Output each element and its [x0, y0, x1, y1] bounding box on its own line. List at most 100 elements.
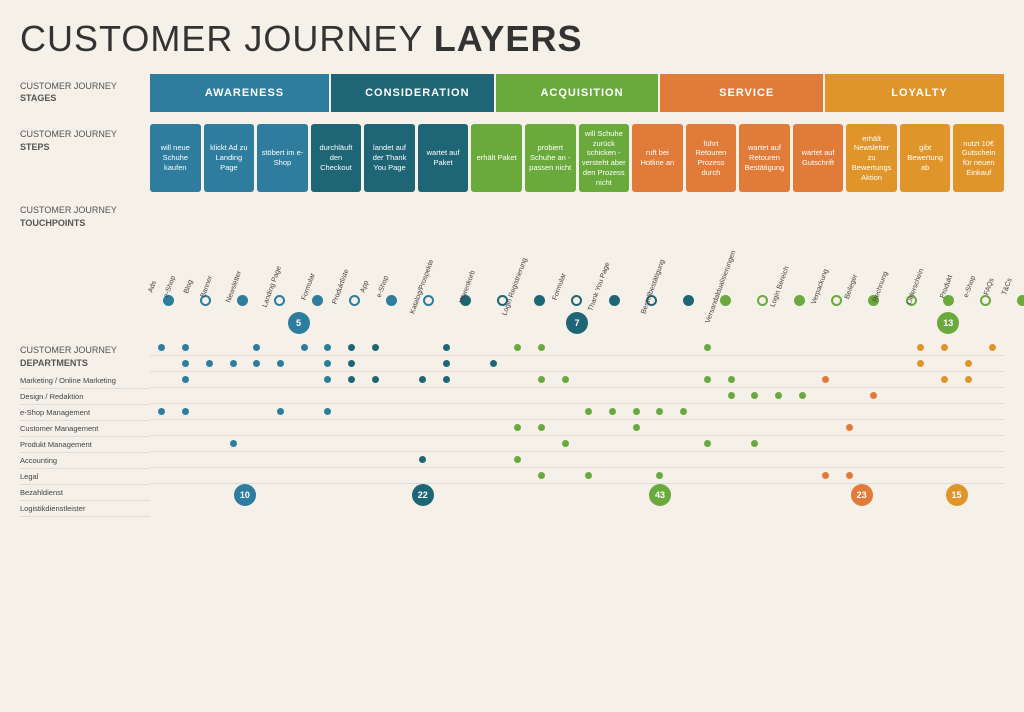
dept-cell-3-30 — [862, 392, 886, 399]
step-card-9: ruft bei Hotline an — [632, 124, 683, 192]
stages-label: CUSTOMER JOURNEY STAGES — [20, 81, 150, 104]
dept-count-row: 10 22 43 23 15 — [150, 484, 1004, 506]
tp-label-2: Blog — [185, 281, 199, 290]
dept-dots-row-7 — [150, 452, 1004, 468]
stage-service: SERVICE — [660, 74, 823, 112]
tp-count-acquisition: 13 — [707, 312, 1024, 334]
dept-cell-0-1 — [174, 344, 198, 351]
dept-dots-row-8 — [150, 468, 1004, 484]
dept-count-service: 23 — [814, 484, 909, 506]
step-card-8: will Schuhe zurück schicken - versteht a… — [579, 124, 630, 192]
tp-dot-12 — [596, 295, 633, 306]
stage-consideration: CONSIDERATION — [331, 74, 494, 112]
dept-count-loyalty: 15 — [909, 484, 1004, 506]
stages-section: CUSTOMER JOURNEY STAGES AWARENESS CONSID… — [20, 74, 1004, 112]
dept-cell-0-6 — [292, 344, 316, 351]
dept-cell-0-16 — [530, 344, 554, 351]
dept-cell-7-11 — [411, 456, 435, 463]
steps-grid: will neue Schuhe kaufenklickt Ad zu Land… — [150, 124, 1004, 192]
steps-label: CUSTOMER JOURNEY STEPS — [20, 124, 150, 153]
step-card-7: probiert Schuhe an - passen nicht — [525, 124, 576, 192]
step-card-1: klickt Ad zu Landing Page — [204, 124, 255, 192]
dept-name-6: Legal — [20, 469, 150, 485]
dept-cell-4-18 — [577, 408, 601, 415]
touchpoints-area: Adse-ShopBlogBannerNewsletterLanding Pag… — [150, 200, 1024, 334]
dept-cell-2-11 — [411, 376, 435, 383]
stages-arrows: AWARENESS CONSIDERATION ACQUISITION SERV… — [150, 74, 1004, 112]
dept-cell-0-15 — [506, 344, 530, 351]
dept-cell-8-29 — [838, 472, 862, 479]
step-card-14: gibt Bewertung ab — [900, 124, 951, 192]
dept-dots-row-2 — [150, 372, 1004, 388]
dept-count-badge-loyalty: 15 — [946, 484, 968, 506]
dept-count-badge-service: 23 — [851, 484, 873, 506]
count-badge-awareness: 5 — [288, 312, 310, 334]
dept-name-8: Logistikdienstleister — [20, 501, 150, 517]
dept-cell-1-34 — [956, 360, 980, 367]
stage-loyalty: LOYALTY — [825, 74, 1004, 112]
dept-cell-1-12 — [435, 360, 459, 367]
dept-cell-0-33 — [933, 344, 957, 351]
dept-cell-6-17 — [553, 440, 577, 447]
step-card-2: stöbert im e-Shop — [257, 124, 308, 192]
tp-label-25: T&Cs — [1002, 281, 1020, 290]
dept-dots-row-0 — [150, 340, 1004, 356]
dept-name-7: Bezahldienst — [20, 485, 150, 501]
page-title: CUSTOMER JOURNEY LAYERS — [20, 18, 1004, 60]
dept-cell-8-16 — [530, 472, 554, 479]
tp-label-0: Ads — [150, 281, 162, 290]
dept-cell-0-23 — [696, 344, 720, 351]
tp-label-22: Produkt — [938, 281, 962, 290]
dept-cell-1-32 — [909, 360, 933, 367]
dept-name-3: Customer Management — [20, 421, 150, 437]
stage-acquisition-label: ACQUISITION — [530, 87, 623, 99]
dept-count-badge-acquisition: 43 — [649, 484, 671, 506]
dept-count-acquisition: 43 — [506, 484, 814, 506]
tp-label-9: e-Shop — [375, 281, 398, 290]
dept-cell-1-4 — [245, 360, 269, 367]
dept-cell-1-5 — [269, 360, 293, 367]
step-card-0: will neue Schuhe kaufen — [150, 124, 201, 192]
tp-label-23: e-Shop — [962, 281, 985, 290]
dept-dots-row-5 — [150, 420, 1004, 436]
tp-count-consideration: 7 — [447, 312, 707, 334]
dept-count-badge-consideration: 22 — [412, 484, 434, 506]
dept-cell-4-20 — [624, 408, 648, 415]
tp-label-3: Banner — [199, 281, 222, 290]
dept-cell-2-1 — [174, 376, 198, 383]
count-badge-consideration: 7 — [566, 312, 588, 334]
dept-name-4: Produkt Management — [20, 437, 150, 453]
tp-labels-row: Adse-ShopBlogBannerNewsletterLanding Pag… — [150, 200, 1024, 290]
dept-cell-4-21 — [648, 408, 672, 415]
tp-count-awareness: 5 — [150, 312, 447, 334]
touchpoints-label: CUSTOMER JOURNEY TOUCHPOINTS — [20, 200, 150, 229]
dept-cell-4-22 — [672, 408, 696, 415]
dept-cell-6-3 — [221, 440, 245, 447]
dept-cell-5-29 — [838, 424, 862, 431]
dept-cell-2-9 — [363, 376, 387, 383]
dept-name-2: e-Shop Management — [20, 405, 150, 421]
steps-section: CUSTOMER JOURNEY STEPS will neue Schuhe … — [20, 124, 1004, 192]
dept-cell-2-17 — [553, 376, 577, 383]
dept-cell-2-12 — [435, 376, 459, 383]
dept-cell-1-1 — [174, 360, 198, 367]
dept-cell-4-0 — [150, 408, 174, 415]
dept-dots-row-6 — [150, 436, 1004, 452]
dept-cell-1-2 — [197, 360, 221, 367]
tp-label-20: Rechnung — [868, 281, 900, 290]
dept-dots-row-1 — [150, 356, 1004, 372]
dept-cell-0-12 — [435, 344, 459, 351]
dept-cell-4-7 — [316, 408, 340, 415]
step-card-10: führt Retouren Prozess durch — [686, 124, 737, 192]
dept-count-badge-awareness: 10 — [234, 484, 256, 506]
tp-label-4: Newsletter — [221, 281, 254, 290]
tp-label-1: e-Shop — [162, 281, 185, 290]
step-card-15: nutzt 10€ Gutschein für neuen Einkauf — [953, 124, 1004, 192]
dept-dots-row-4 — [150, 404, 1004, 420]
dept-cell-2-16 — [530, 376, 554, 383]
dept-cell-2-7 — [316, 376, 340, 383]
dept-count-awareness: 10 — [150, 484, 340, 506]
dept-cell-3-26 — [767, 392, 791, 399]
stage-loyalty-label: LOYALTY — [881, 87, 948, 99]
dept-name-5: Accounting — [20, 453, 150, 469]
